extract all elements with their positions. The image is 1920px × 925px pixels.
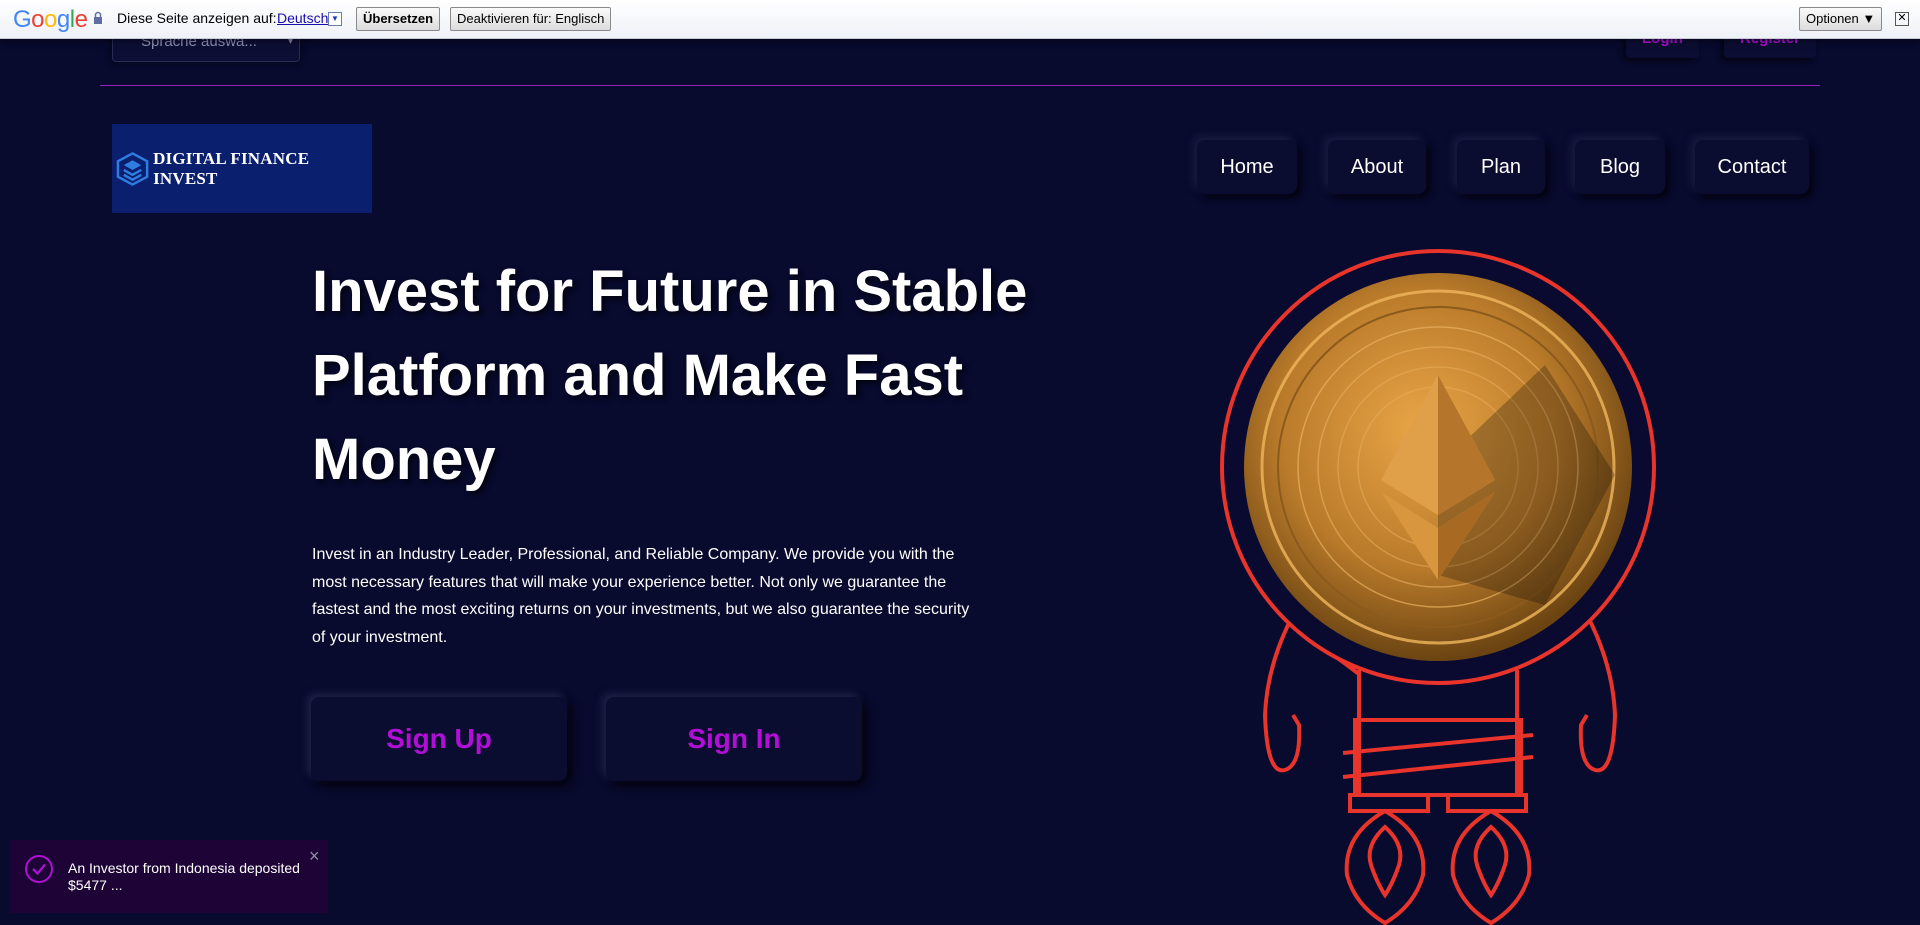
header-divider bbox=[100, 85, 1820, 86]
close-icon[interactable]: ✕ bbox=[1895, 12, 1909, 26]
close-icon[interactable]: × bbox=[309, 846, 320, 867]
check-circle-icon bbox=[25, 855, 53, 883]
nav-plan[interactable]: Plan bbox=[1457, 140, 1545, 194]
language-link[interactable]: Deutsch bbox=[277, 10, 328, 26]
sign-up-button[interactable]: Sign Up bbox=[311, 697, 567, 781]
disable-translate-button[interactable]: Deaktivieren für: Englisch bbox=[450, 7, 612, 31]
nav-blog[interactable]: Blog bbox=[1575, 140, 1665, 194]
logo-text: DIGITAL FINANCE INVEST bbox=[153, 148, 310, 188]
deposit-toast: An Investor from Indonesia deposited $54… bbox=[10, 840, 328, 913]
translate-bar: Google Diese Seite anzeigen auf: Deutsch… bbox=[0, 0, 1920, 39]
translate-button[interactable]: Übersetzen bbox=[356, 7, 441, 31]
site-logo[interactable]: DIGITAL FINANCE INVEST bbox=[112, 124, 372, 213]
lock-icon bbox=[94, 11, 102, 24]
nav-contact[interactable]: Contact bbox=[1695, 140, 1809, 194]
options-button[interactable]: Optionen ▼ bbox=[1799, 7, 1883, 31]
chevron-down-icon[interactable]: ▼ bbox=[328, 12, 342, 26]
sign-in-button[interactable]: Sign In bbox=[606, 697, 862, 781]
nav-home[interactable]: Home bbox=[1197, 140, 1297, 194]
logo-mark-icon bbox=[116, 151, 149, 186]
nav-about[interactable]: About bbox=[1328, 140, 1426, 194]
translate-prompt: Diese Seite anzeigen auf: bbox=[117, 10, 277, 26]
toast-message: An Investor from Indonesia deposited $54… bbox=[68, 860, 300, 893]
google-logo: Google bbox=[13, 6, 88, 33]
hero-description: Invest in an Industry Leader, Profession… bbox=[312, 546, 970, 646]
hero-title: Invest for Future in Stable Platform and… bbox=[312, 259, 1028, 492]
rocket-coin-illustration bbox=[1220, 249, 1656, 925]
